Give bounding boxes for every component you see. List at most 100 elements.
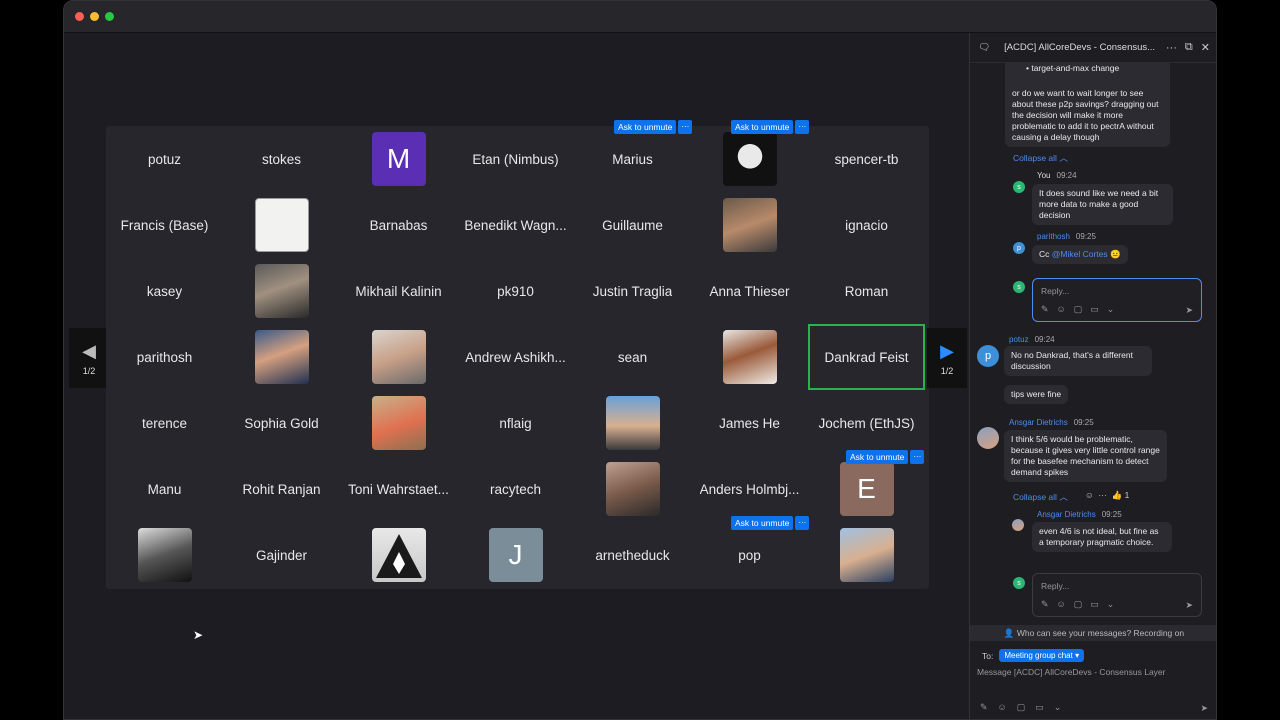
chat-messages: • target-and-max change or do we want to… xyxy=(970,63,1216,625)
close-icon[interactable]: ✕ xyxy=(1201,41,1210,54)
participant-tile[interactable] xyxy=(223,192,340,258)
format-tools[interactable]: ✎☺▢▭⌄ xyxy=(980,702,1071,713)
more-options-button[interactable]: ··· xyxy=(910,450,925,464)
participant-tile[interactable]: terence xyxy=(106,390,223,456)
participant-photo xyxy=(254,264,309,318)
participant-tile[interactable]: stokes xyxy=(223,126,340,192)
participant-tile[interactable]: spencer-tb xyxy=(808,126,925,192)
ask-to-unmute-group: Ask to unmute ··· xyxy=(731,120,810,134)
message-meta: potuz 09:24 xyxy=(1009,335,1055,344)
recipient-dropdown[interactable]: Meeting group chat ▾ xyxy=(999,649,1085,662)
participant-photo xyxy=(254,330,309,384)
participant-tile[interactable] xyxy=(223,324,340,390)
participant-tile[interactable]: sean xyxy=(574,324,691,390)
participant-tile[interactable]: Rohit Ranjan xyxy=(223,456,340,522)
pop-out-icon[interactable]: ⧉ xyxy=(1185,41,1193,54)
message-meta: parithosh 09:25 xyxy=(1037,232,1096,241)
format-tools[interactable]: ✎☺▢▭⌄ xyxy=(1041,304,1122,315)
next-page-button[interactable]: ▶ 1/2 xyxy=(927,328,967,388)
ask-to-unmute-button[interactable]: Ask to unmute xyxy=(731,516,794,530)
participant-photo xyxy=(605,396,660,450)
participant-tile[interactable]: Ask to unmute ··· xyxy=(691,120,810,192)
user-mention[interactable]: @Mikel Cortes xyxy=(1052,249,1108,259)
participant-tile[interactable]: Francis (Base) xyxy=(106,192,223,258)
ask-to-unmute-button[interactable]: Ask to unmute xyxy=(731,120,794,134)
participant-tile[interactable]: Toni Wahrstaet... xyxy=(340,456,457,522)
reply-input[interactable]: Reply... ✎☺▢▭⌄ ➤ xyxy=(1032,573,1202,617)
prev-page-button[interactable]: ◀ 1/2 xyxy=(69,328,109,388)
participant-tile[interactable]: Jochem (EthJS) xyxy=(808,390,925,456)
message-input[interactable]: Message [ACDC] AllCoreDevs - Consensus L… xyxy=(977,667,1166,677)
participant-tile[interactable]: kasey xyxy=(106,258,223,324)
participant-tile[interactable]: Justin Traglia xyxy=(574,258,691,324)
to-label: To: xyxy=(982,650,994,661)
participant-tile[interactable]: pk910 xyxy=(457,258,574,324)
participant-tile[interactable]: Sophia Gold xyxy=(223,390,340,456)
send-icon[interactable]: ➤ xyxy=(1185,305,1193,316)
participant-name: Rohit Ranjan xyxy=(242,481,321,497)
participant-tile[interactable] xyxy=(340,390,457,456)
participant-name: racytech xyxy=(489,481,542,497)
send-icon[interactable]: ➤ xyxy=(1185,600,1193,611)
privacy-notice[interactable]: 👤 Who can see your messages? Recording o… xyxy=(970,625,1216,641)
avatar: s xyxy=(1013,577,1025,589)
participant-tile[interactable]: Barnabas xyxy=(340,192,457,258)
avatar xyxy=(1012,519,1024,531)
participant-tile[interactable] xyxy=(691,324,808,390)
participant-tile[interactable]: Anna Thieser xyxy=(691,258,808,324)
participant-tile[interactable]: Etan (Nimbus) xyxy=(457,126,574,192)
participant-tile[interactable]: potuz xyxy=(106,126,223,192)
collapse-all-link[interactable]: Collapse all ︿ xyxy=(1013,491,1068,503)
minimize-window-button[interactable] xyxy=(90,12,99,21)
participant-tile[interactable] xyxy=(223,258,340,324)
collapse-all-link[interactable]: Collapse all ︿ xyxy=(1013,152,1068,164)
participant-name: spencer-tb xyxy=(834,151,899,167)
participant-tile[interactable]: Ask to unmute ··· pop xyxy=(691,516,810,588)
participant-tile[interactable]: Anders Holmbj... xyxy=(691,456,808,522)
more-icon[interactable]: ··· xyxy=(1166,42,1177,54)
participant-tile[interactable]: Guillaume xyxy=(574,192,691,258)
format-tools[interactable]: ✎☺▢▭⌄ xyxy=(1041,599,1122,610)
zoom-window-button[interactable] xyxy=(105,12,114,21)
reaction-bar[interactable]: ☺ ··· 👍 1 xyxy=(1085,490,1129,501)
participant-tile-active-speaker[interactable]: Dankrad Feist xyxy=(808,324,925,390)
participant-photo xyxy=(371,330,426,384)
ask-to-unmute-button[interactable]: Ask to unmute xyxy=(614,120,677,134)
participant-name: Francis (Base) xyxy=(120,217,209,233)
participant-tile[interactable] xyxy=(574,456,691,522)
participant-tile[interactable] xyxy=(340,522,457,588)
participant-tile[interactable] xyxy=(808,522,925,588)
participant-tile[interactable]: Ask to unmute ··· E xyxy=(808,450,925,522)
participant-tile[interactable]: Andrew Ashikh... xyxy=(457,324,574,390)
participant-tile[interactable]: James He xyxy=(691,390,808,456)
recipient-row: To: Meeting group chat ▾ xyxy=(982,649,1085,662)
reply-input[interactable]: Reply... ✎☺▢▭⌄ ➤ xyxy=(1032,278,1202,322)
participant-name: arnetheduck xyxy=(595,547,670,563)
participant-tile[interactable]: ignacio xyxy=(808,192,925,258)
participant-tile[interactable]: racytech xyxy=(457,456,574,522)
participant-name: Anders Holmbj... xyxy=(699,481,800,497)
avatar: s xyxy=(1013,181,1025,193)
participant-tile[interactable]: parithosh xyxy=(106,324,223,390)
participant-tile[interactable]: J xyxy=(457,522,574,588)
participant-tile[interactable]: M xyxy=(340,126,457,192)
participant-tile[interactable] xyxy=(691,192,808,258)
send-icon[interactable]: ➤ xyxy=(1200,703,1208,714)
participant-name: stokes xyxy=(261,151,302,167)
participant-name: ignacio xyxy=(845,217,888,233)
chevron-right-icon: ▶ xyxy=(940,340,954,361)
participant-tile[interactable]: Gajinder xyxy=(223,522,340,588)
participant-tile[interactable]: Roman xyxy=(808,258,925,324)
participant-tile[interactable]: arnetheduck xyxy=(574,522,691,588)
participant-tile[interactable] xyxy=(340,324,457,390)
participant-tile[interactable]: Mikhail Kalinin xyxy=(340,258,457,324)
participant-tile[interactable]: Manu xyxy=(106,456,223,522)
participant-tile[interactable] xyxy=(106,522,223,588)
ask-to-unmute-button[interactable]: Ask to unmute xyxy=(846,450,909,464)
participant-tile[interactable]: Benedikt Wagn... xyxy=(457,192,574,258)
participant-tile[interactable]: nflaig xyxy=(457,390,574,456)
participant-tile[interactable]: Ask to unmute ··· Marius xyxy=(574,120,693,192)
participant-tile[interactable] xyxy=(574,390,691,456)
participant-photo xyxy=(371,396,426,450)
close-window-button[interactable] xyxy=(75,12,84,21)
